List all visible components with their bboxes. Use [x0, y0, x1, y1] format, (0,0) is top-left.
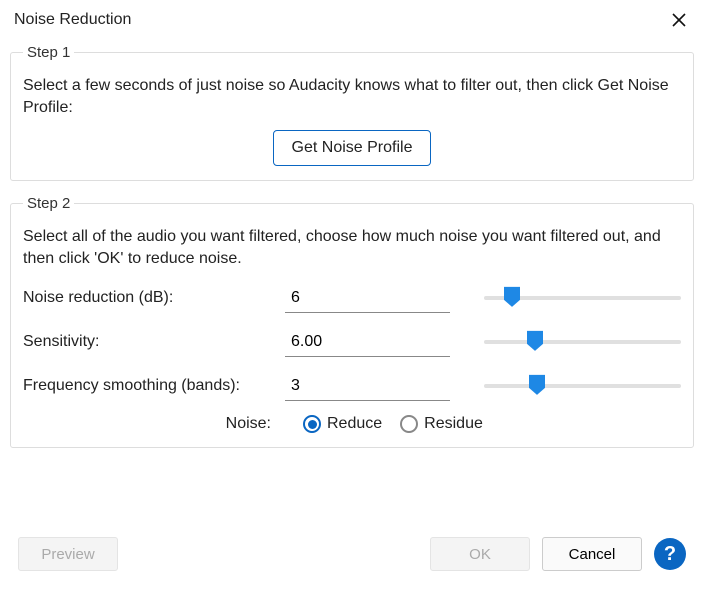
slider-thumb[interactable] [503, 286, 521, 308]
radio-reduce-label: Reduce [327, 415, 382, 433]
noise-reduction-slider[interactable] [484, 287, 681, 309]
step1-legend: Step 1 [23, 44, 74, 61]
radio-reduce[interactable]: Reduce [303, 415, 382, 433]
get-noise-profile-button[interactable]: Get Noise Profile [273, 130, 432, 166]
sensitivity-label: Sensitivity: [23, 333, 285, 351]
sensitivity-input[interactable] [285, 327, 450, 357]
noise-mode-row: Noise: Reduce Residue [23, 415, 681, 433]
frequency-row: Frequency smoothing (bands): [23, 371, 681, 401]
slider-track [484, 384, 681, 388]
frequency-label: Frequency smoothing (bands): [23, 377, 285, 395]
step2-group: Step 2 Select all of the audio you want … [10, 195, 694, 448]
ok-button[interactable]: OK [430, 537, 530, 571]
step1-instructions: Select a few seconds of just noise so Au… [23, 75, 681, 118]
step2-instructions: Select all of the audio you want filtere… [23, 226, 681, 269]
radio-icon [303, 415, 321, 433]
slider-thumb[interactable] [528, 374, 546, 396]
dialog-footer: Preview OK Cancel ? [0, 527, 704, 581]
step1-group: Step 1 Select a few seconds of just nois… [10, 44, 694, 181]
radio-residue-label: Residue [424, 415, 483, 433]
frequency-slider[interactable] [484, 375, 681, 397]
sensitivity-slider[interactable] [484, 331, 681, 353]
radio-residue[interactable]: Residue [400, 415, 483, 433]
frequency-input[interactable] [285, 371, 450, 401]
radio-icon [400, 415, 418, 433]
titlebar: Noise Reduction [0, 0, 704, 38]
noise-reduction-input[interactable] [285, 283, 450, 313]
noise-reduction-label: Noise reduction (dB): [23, 289, 285, 307]
preview-button[interactable]: Preview [18, 537, 118, 571]
step2-legend: Step 2 [23, 195, 74, 212]
close-icon[interactable] [668, 9, 690, 31]
help-button[interactable]: ? [654, 538, 686, 570]
noise-mode-label: Noise: [23, 415, 285, 433]
slider-track [484, 340, 681, 344]
slider-thumb[interactable] [526, 330, 544, 352]
dialog-title: Noise Reduction [14, 11, 131, 29]
sensitivity-row: Sensitivity: [23, 327, 681, 357]
cancel-button[interactable]: Cancel [542, 537, 642, 571]
noise-reduction-row: Noise reduction (dB): [23, 283, 681, 313]
